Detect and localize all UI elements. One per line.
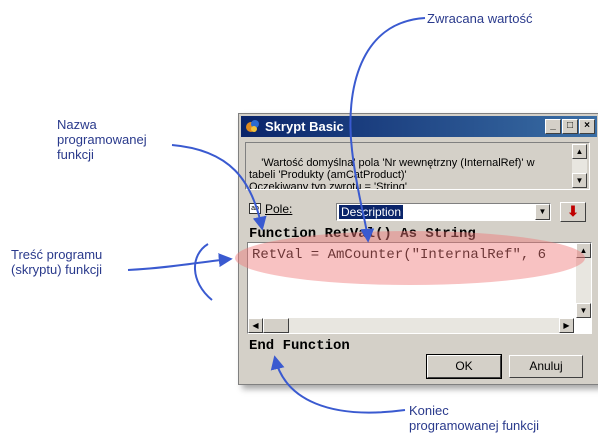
scroll-up-button[interactable]: ▲ <box>572 144 587 159</box>
annotation-function-end: Koniec programowanej funkcji <box>409 403 540 433</box>
annotation-function-body: Treść programu (skryptu) funkcji <box>11 247 103 277</box>
code-vertical-scrollbar[interactable]: ▲ ▼ <box>576 243 591 318</box>
code-header: Function RetVal() As String <box>249 226 476 242</box>
scroll-down-button[interactable]: ▼ <box>572 173 587 188</box>
scroll-right-button[interactable]: ▶ <box>559 318 574 333</box>
info-scrollbar[interactable]: ▲ ▼ <box>572 144 587 188</box>
title-bar[interactable]: Skrypt Basic _ □ × <box>241 116 597 137</box>
script-dialog: Skrypt Basic _ □ × 'Wartość domyślna' po… <box>238 113 598 385</box>
field-icon: ab <box>249 203 261 214</box>
chevron-down-icon[interactable]: ▼ <box>535 204 550 220</box>
function-body-arrow <box>127 253 233 271</box>
info-text-box: 'Wartość domyślna' pola 'Nr wewnętrzny (… <box>245 142 590 190</box>
code-horizontal-scrollbar[interactable]: ◀ ▶ <box>248 318 574 333</box>
minimize-button[interactable]: _ <box>545 119 561 134</box>
scroll-down-button[interactable]: ▼ <box>576 303 591 318</box>
code-line[interactable]: RetVal = AmCounter("InternalRef", 6 <box>252 247 546 263</box>
insert-field-button[interactable]: ⬇ <box>560 202 586 222</box>
cancel-button[interactable]: Anuluj <box>509 355 583 378</box>
scroll-left-button[interactable]: ◀ <box>248 318 263 333</box>
code-footer: End Function <box>249 338 350 354</box>
insert-arrow-icon: ⬇ <box>567 203 579 219</box>
field-label: Pole: <box>265 202 293 216</box>
annotation-function-name: Nazwa programowanej funkcji <box>57 117 147 162</box>
field-select-value: Description <box>339 205 404 219</box>
scroll-up-button[interactable]: ▲ <box>576 243 591 258</box>
ok-button[interactable]: OK <box>426 354 502 379</box>
code-editor[interactable]: RetVal = AmCounter("InternalRef", 6 ▲ ▼ … <box>247 242 592 334</box>
annotation-return-value: Zwracana wartość <box>427 11 533 26</box>
scroll-thumb[interactable] <box>263 318 289 333</box>
close-button[interactable]: × <box>579 119 595 134</box>
function-body-bracket <box>194 243 213 301</box>
dialog-title: Skrypt Basic <box>265 119 344 134</box>
maximize-button[interactable]: □ <box>562 119 578 134</box>
script-icon <box>245 119 260 134</box>
field-select[interactable]: Description ▼ <box>336 203 551 221</box>
info-text: 'Wartość domyślna' pola 'Nr wewnętrzny (… <box>249 157 535 190</box>
